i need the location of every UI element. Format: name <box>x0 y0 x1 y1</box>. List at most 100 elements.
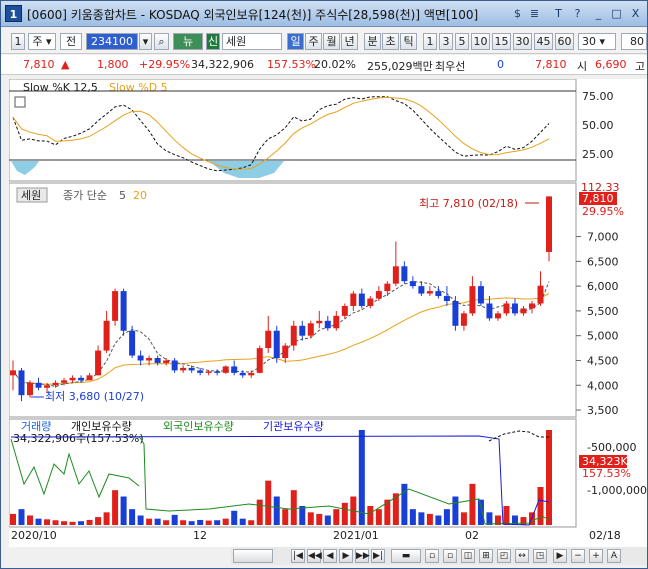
period-week[interactable]: 주 <box>305 33 322 50</box>
volume-bar <box>375 509 382 525</box>
code-input[interactable]: 234100 <box>86 33 138 50</box>
up-arrow-icon: ▲ <box>61 58 70 71</box>
list-icon[interactable]: ≣ <box>527 5 542 22</box>
price-tick: 3,500 <box>587 404 619 417</box>
search-icon[interactable]: ⌕ <box>154 33 169 50</box>
stoch-panel-frame <box>8 78 577 182</box>
next-icon[interactable]: ▶ <box>339 549 353 563</box>
stoch-k-label: Slow %K 12,5 <box>23 81 98 94</box>
font-size-icon[interactable]: A <box>607 549 621 563</box>
volume-bar <box>78 521 85 525</box>
count-select[interactable]: 30 ▾ <box>578 33 616 50</box>
candle <box>546 196 552 262</box>
type2-select[interactable]: 전 <box>60 33 82 50</box>
volume-bar <box>163 520 170 525</box>
title-bar[interactable]: 1 [0600] 키움종합차트 - KOSDAQ 외국인보유[124(천)] 주… <box>1 1 647 27</box>
zoom-in-icon[interactable]: ▫ <box>425 549 439 563</box>
candle-body <box>460 313 467 326</box>
candle <box>222 365 229 374</box>
first-icon[interactable]: |◀ <box>291 549 305 563</box>
zoom-slider[interactable]: ▬ <box>391 549 421 563</box>
scroll-thumb[interactable] <box>233 549 273 563</box>
interval-15[interactable]: 15 <box>492 33 511 50</box>
volume-bar <box>10 513 16 525</box>
candle-body <box>367 298 374 306</box>
candle-body <box>333 315 340 329</box>
font-icon[interactable]: T <box>551 5 566 22</box>
candle-body <box>27 382 34 396</box>
chart-svg[interactable]: Slow %K 12,5 Slow %D 5 75.00 50.00 25.00… <box>8 78 647 547</box>
candle-body <box>401 266 408 282</box>
dollar-icon[interactable]: $ <box>510 5 525 22</box>
candle-body <box>256 348 263 373</box>
interval-45[interactable]: 45 <box>534 33 553 50</box>
high-note: 최고 7,810 (02/18) <box>419 197 518 210</box>
vol-tick-0: -500,000 <box>587 441 636 454</box>
volume-bar <box>273 496 280 525</box>
last-price: 7,810 <box>582 192 614 205</box>
close-button[interactable]: X <box>628 5 643 22</box>
period-minute[interactable]: 분 <box>364 33 381 50</box>
next-page-icon[interactable]: ▶▶ <box>355 549 370 563</box>
volume-bar <box>537 487 544 525</box>
volume-bar <box>231 510 238 525</box>
volume-bar <box>290 490 297 525</box>
volume-bar <box>307 512 314 525</box>
period-month[interactable]: 월 <box>323 33 340 50</box>
price-tick: 4,000 <box>587 379 619 392</box>
zoom-out-icon[interactable]: ▫ <box>443 549 457 563</box>
candle-body <box>392 266 399 284</box>
candle-body <box>112 291 119 321</box>
more-label: 고 <box>635 60 646 73</box>
candle-body <box>188 367 195 371</box>
period-year[interactable]: 년 <box>341 33 358 50</box>
interval-5[interactable]: 5 <box>455 33 469 50</box>
vol-note: 34,322,906주(157.53%) <box>13 432 144 445</box>
last-icon[interactable]: ▶| <box>371 549 385 563</box>
interval-30[interactable]: 30 <box>513 33 532 50</box>
chart-area[interactable]: Slow %K 12,5 Slow %D 5 75.00 50.00 25.00… <box>8 78 647 547</box>
volume-bar <box>146 518 153 525</box>
stock-label: 세원 <box>21 189 41 202</box>
type-select[interactable]: 주 ▾ <box>28 33 56 50</box>
interval-3[interactable]: 3 <box>439 33 453 50</box>
chart-number[interactable]: 1 <box>11 33 25 50</box>
scale-icon[interactable]: ◳ <box>533 549 547 563</box>
scrollbar[interactable]: |◀ ◀◀ ◀ ▶ ▶▶ ▶| ▬ ▫ ▫ ◫ ⊞ ◰ ↔ ◳ ▶ − + A <box>231 547 647 565</box>
volume-bar <box>324 515 331 525</box>
candle-body <box>537 285 544 304</box>
candle-body <box>350 293 357 306</box>
next-arrow-icon[interactable]: ▶ <box>553 549 567 563</box>
plus-icon[interactable]: + <box>589 549 603 563</box>
volume-bar <box>27 515 34 525</box>
volume-bar <box>35 518 42 525</box>
help-icon[interactable]: ? <box>570 5 585 22</box>
chart-window: 1 [0600] 키움종합차트 - KOSDAQ 외국인보유[124(천)] 주… <box>0 0 648 569</box>
minimize-button[interactable]: _ <box>591 5 606 22</box>
volume-bar <box>503 506 510 525</box>
candle-body <box>443 296 450 301</box>
code-dropdown-icon[interactable]: ▾ <box>139 33 152 50</box>
candle-body <box>103 320 110 351</box>
interval-1[interactable]: 1 <box>423 33 437 50</box>
interval-10[interactable]: 10 <box>471 33 490 50</box>
interval-60[interactable]: 60 <box>555 33 574 50</box>
prev-icon[interactable]: ◀ <box>323 549 337 563</box>
grid-icon[interactable]: ⊞ <box>479 549 493 563</box>
toolbar: 1 주 ▾ 전 234100 ▾ ⌕ 뉴 신 세원 일 주 월 년 분 초 틱 … <box>1 28 647 54</box>
fit-icon[interactable]: ↔ <box>515 549 529 563</box>
minus-icon[interactable]: − <box>571 549 585 563</box>
prev-page-icon[interactable]: ◀◀ <box>307 549 322 563</box>
maximize-button[interactable]: □ <box>609 5 624 22</box>
volume-bar <box>358 430 365 525</box>
layout-icon[interactable]: ◫ <box>461 549 475 563</box>
flag-select[interactable]: 뉴 <box>173 33 203 50</box>
period-tick[interactable]: 틱 <box>400 33 417 50</box>
settings-icon[interactable]: ◰ <box>497 549 511 563</box>
display-count-input[interactable]: 80 <box>621 33 647 50</box>
candle-body <box>511 303 518 314</box>
quote-volume: 34,322,906 <box>191 58 254 71</box>
period-day[interactable]: 일 <box>287 33 304 50</box>
candle-body <box>18 370 25 396</box>
period-second[interactable]: 초 <box>382 33 399 50</box>
